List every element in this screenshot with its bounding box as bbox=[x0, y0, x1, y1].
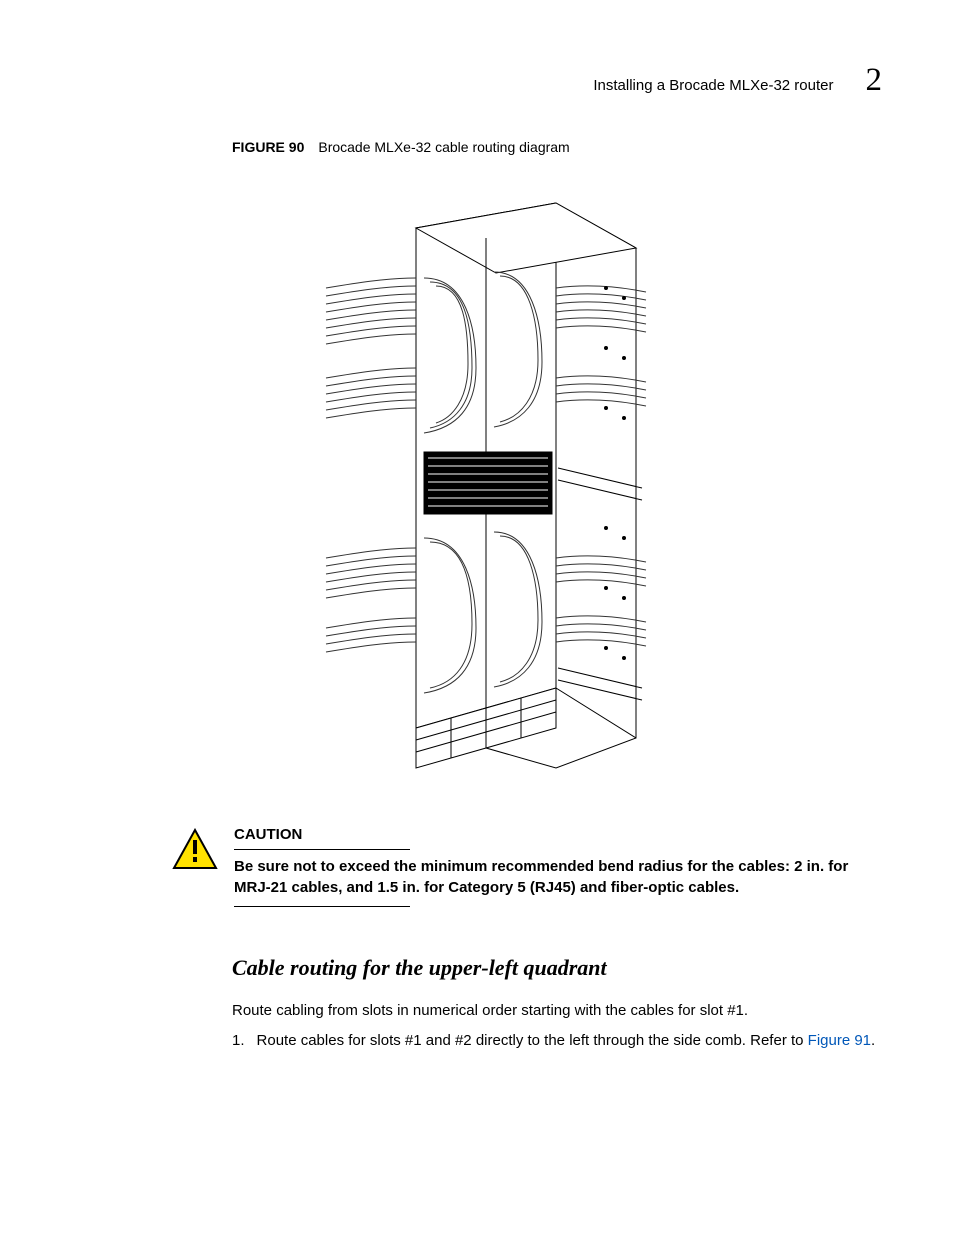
caution-icon bbox=[172, 828, 218, 870]
figure-label-text: Brocade MLXe-32 cable routing diagram bbox=[318, 139, 569, 155]
chapter-number: 2 bbox=[866, 62, 883, 99]
caution-text: Be sure not to exceed the minimum recomm… bbox=[234, 856, 882, 898]
step-text-tail: . bbox=[871, 1032, 875, 1049]
figure-diagram bbox=[306, 168, 666, 794]
numbered-step: 1. Route cables for slots #1 and #2 dire… bbox=[232, 1030, 882, 1051]
section-intro-paragraph: Route cabling from slots in numerical or… bbox=[232, 1000, 882, 1021]
step-number: 1. bbox=[232, 1030, 245, 1051]
figure-label-number: FIGURE 90 bbox=[232, 139, 304, 155]
section-heading: Cable routing for the upper-left quadran… bbox=[232, 955, 607, 981]
caution-title: CAUTION bbox=[234, 826, 882, 847]
caution-rule-top bbox=[234, 849, 410, 850]
step-text-segment: Route cables for slots #1 and #2 directl… bbox=[257, 1032, 808, 1049]
caution-rule-bottom bbox=[234, 906, 410, 907]
figure-caption: FIGURE 90 Brocade MLXe-32 cable routing d… bbox=[232, 139, 570, 155]
cross-reference-link[interactable]: Figure 91 bbox=[808, 1032, 871, 1049]
step-text: Route cables for slots #1 and #2 directl… bbox=[257, 1030, 882, 1051]
caution-body: CAUTION Be sure not to exceed the minimu… bbox=[234, 826, 882, 907]
running-header-title: Installing a Brocade MLXe-32 router bbox=[593, 77, 833, 94]
